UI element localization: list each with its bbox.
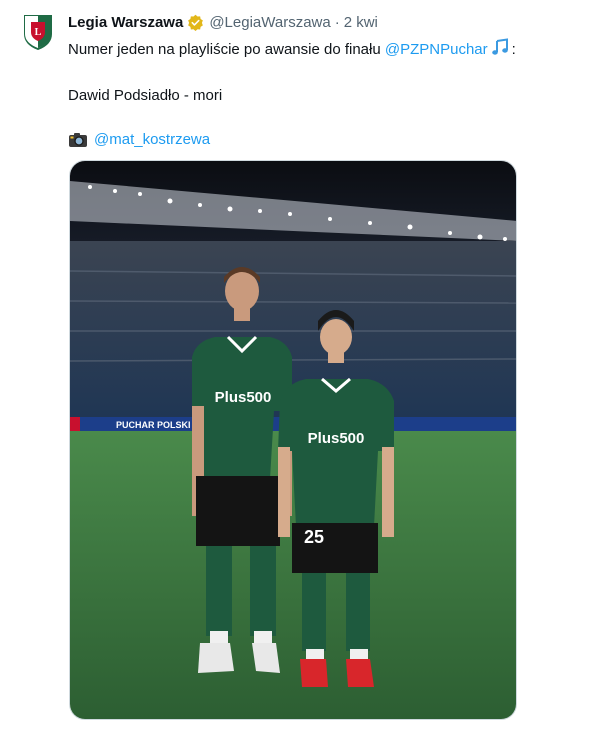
timestamp[interactable]: 2 kwi xyxy=(344,14,378,31)
music-note-icon xyxy=(490,38,511,62)
tweet-text-line-2: Dawid Podsiadło - mori xyxy=(68,87,223,104)
sponsor-logo-left: Plus500 xyxy=(215,389,272,406)
tweet[interactable]: L Legia Warszawa @LegiaWarszawa · 2 kwi … xyxy=(0,0,598,732)
author-handle[interactable]: @LegiaWarszawa xyxy=(209,14,330,31)
shorts-number: 25 xyxy=(304,527,324,547)
avatar[interactable]: L xyxy=(18,12,58,52)
text-segment: Numer jeden na playliście po awansie do … xyxy=(68,41,385,58)
tweet-photo[interactable]: PUCHAR POLSKI Plus500 Plus500 25 xyxy=(69,160,517,720)
photo-scene: PUCHAR POLSKI Plus500 Plus500 25 xyxy=(70,161,516,719)
tweet-header: Legia Warszawa @LegiaWarszawa · 2 kwi xyxy=(68,12,588,32)
tweet-content: Legia Warszawa @LegiaWarszawa · 2 kwi Nu… xyxy=(68,12,588,150)
tweet-text-line-3: @mat_kostrzewa xyxy=(68,130,588,150)
mention-link[interactable]: @mat_kostrzewa xyxy=(94,130,210,150)
ad-board-text: PUCHAR POLSKI xyxy=(116,420,191,430)
separator: · xyxy=(334,13,340,31)
text-segment: : xyxy=(511,41,516,58)
mention-link[interactable]: @PZPNPuchar xyxy=(385,41,488,58)
sponsor-logo-right: Plus500 xyxy=(308,430,365,447)
tweet-text-line-1: Numer jeden na playliście po awansie do … xyxy=(68,38,588,62)
camera-icon xyxy=(68,132,88,148)
verified-badge-icon xyxy=(187,14,204,31)
svg-text:L: L xyxy=(35,27,42,38)
author-name[interactable]: Legia Warszawa xyxy=(68,14,183,31)
legia-crest-icon: L xyxy=(24,15,52,50)
